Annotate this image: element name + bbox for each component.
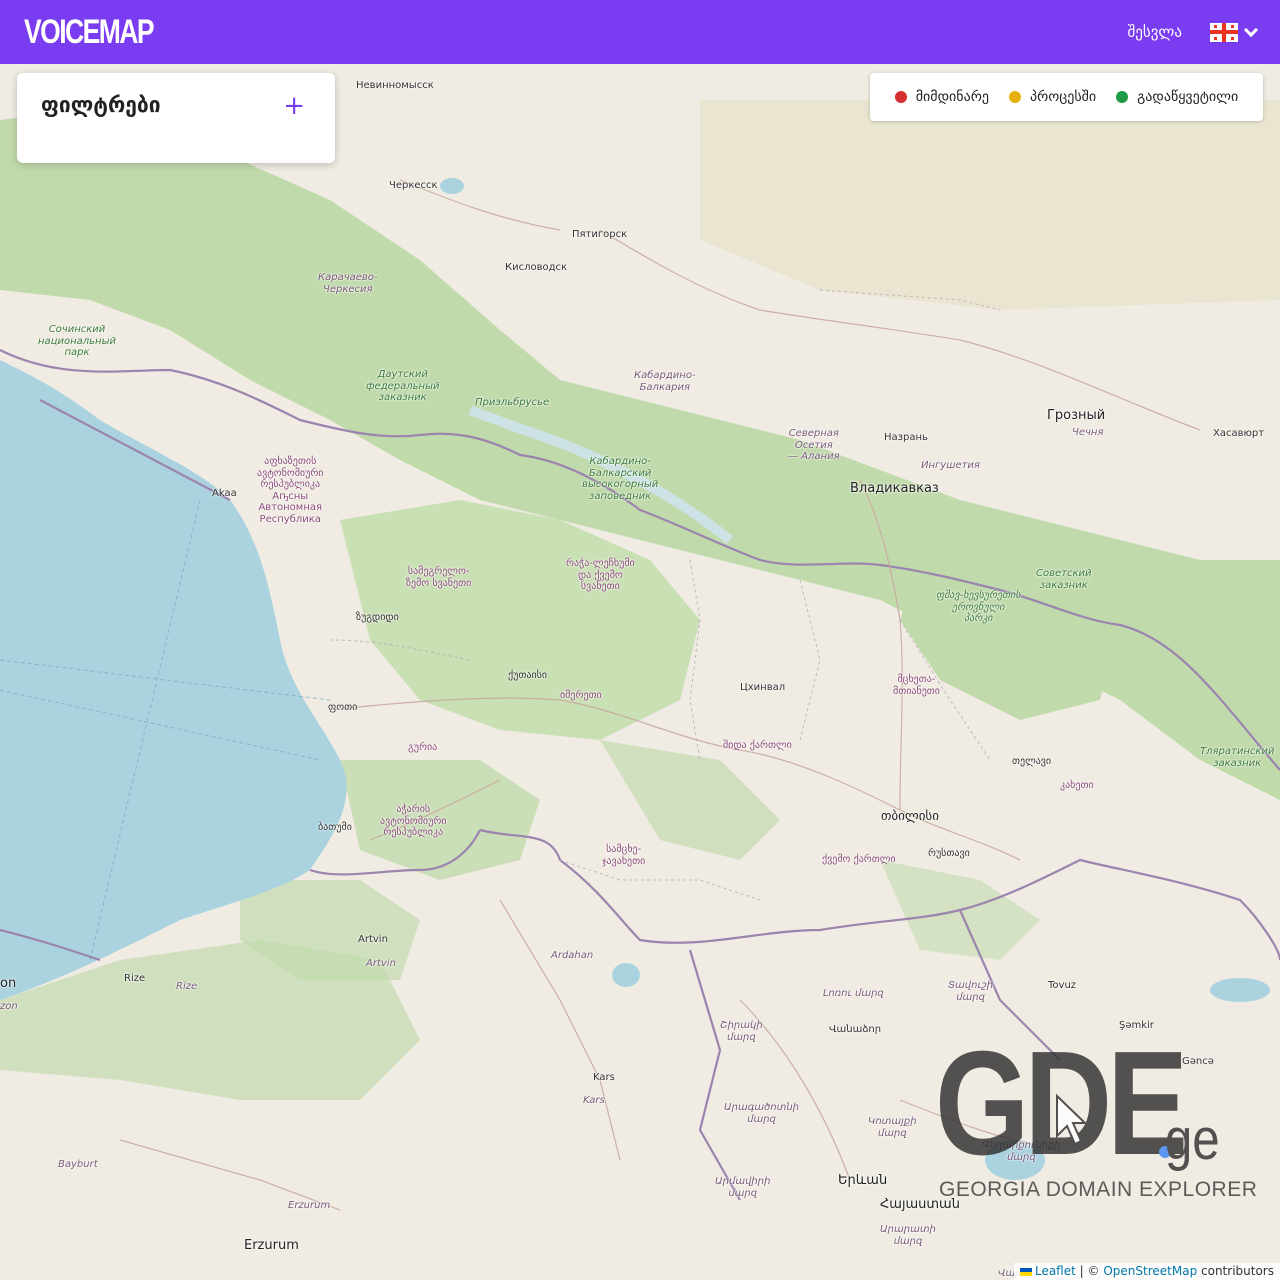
filters-title: ფილტრები [41,93,161,117]
map-label-shida-kartli: შიდა ქართლი [723,740,792,751]
map-label-cherkessk: Черкесск [389,180,438,191]
legend-dot-green [1116,91,1129,103]
legend-label: გადაწყვეტილი [1137,89,1239,105]
map-label-tovuz: Tovuz [1048,980,1077,991]
map-label-aragatsotn: Արագածոտնի մարզ [724,1102,800,1125]
map-label-kutaisi: ქუთაისი [508,670,548,681]
map-label-zugdidi: ზუგდიდი [356,612,399,623]
map-label-rustavi: რუსთავი [928,848,970,859]
map-label-prielbrusye: Приэльбрусье [475,397,550,408]
attribution-sep: | © [1079,1264,1100,1278]
map-label-ingushetia: Ингушетия [921,460,980,471]
map-label-pshav-khevsureti: ფშავ-ხევსურეთის ეროვნული პარკი [936,590,1021,624]
map-label-tlyarata-reserve: Тляратинский заказник [1200,746,1275,769]
map-label-sovetsky-reserve: Советский заказник [1036,568,1092,591]
map-label-kars-city: Kars [593,1072,615,1083]
map-label-tskhinval: Цхинвал [740,682,786,693]
map-label-tbilisi: თბილისი [881,809,939,824]
map-label-sochi-park: Сочинский национальный парк [38,324,116,358]
map-label-artvin-province: Artvin [366,958,396,969]
legend-label: პროცესში [1029,89,1097,105]
map-label-imereti: იმერეთი [560,690,602,701]
map-label-nazran: Назрань [884,432,928,443]
gde-watermark-logo: GDE ge GEORGIA DOMAIN EXPLORER [935,1030,1257,1202]
map-label-ararat: Արարատի մարզ [880,1224,936,1247]
legend-dot-red [894,91,907,103]
map-label-pyatigorsk: Пятигорск [572,229,628,240]
map-label-armavir: Արմավիրի մարզ [715,1176,771,1199]
map-label-kb-zapovednik: Кабардино- Балкарский высокогорный запов… [582,456,659,502]
map-label-kvemo-kartli: ქვემო ქართლი [822,854,896,865]
watermark-tld: ge [1164,1107,1220,1172]
map-label-grozny: Грозный [1047,408,1106,423]
map-label-chechnya: Чечня [1072,427,1104,438]
osm-link[interactable]: OpenStreetMap [1103,1264,1197,1278]
map-label-kakheti: კახეთი [1060,780,1094,791]
map-label-rize-city: Rize [124,973,146,984]
map-label-telavi: თელავი [1012,756,1052,767]
cursor-icon [1056,1093,1088,1146]
map-label-bayburt: Bayburt [58,1159,98,1170]
map-label-ardahan: Ardahan [551,950,594,961]
map-label-khasavyurt: Хасавюрт [1213,428,1265,439]
top-navigation-bar: VOICEMAP შესვლა [0,0,1280,64]
map-label-samtskhe: სამცხე- ჯავახეთი [602,844,646,867]
map-label-racha: რაჭა-ლეჩხუმი და ქვემო სვანეთი [566,558,635,592]
map-label-on: on [0,976,17,991]
filters-panel: ფილტრები + [17,73,335,163]
map-label-erzurum-province: Erzurum [288,1200,331,1211]
map-label-north-ossetia: Северная Осетия — Алания [788,428,840,462]
map-label-nevinnomyssk: Невинномысск [356,80,434,91]
voicemap-logo[interactable]: VOICEMAP [24,15,155,49]
watermark-tagline: GEORGIA DOMAIN EXPLORER [939,1178,1258,1201]
map-label-akaa: Akaa [212,488,237,499]
map-label-karachay-cherkessia: Карачаево- Черкесия [318,272,378,295]
map-label-shirak: Շիրակի մարզ [720,1020,763,1043]
map-label-kabardino-balkaria: Кабардино- Балкария [634,370,696,393]
map-label-samegrelo: სამეგრელო- ზემო სვანეთი [406,566,472,589]
page: { "header": { "logo": "VOICEMAP", "login… [0,0,1280,1280]
attribution-contributors: contributors [1201,1264,1274,1278]
legend-label: მიმდინარე [915,89,989,105]
map-label-abkhazia: აფხაზეთის ავტონომიური რესპუბლიკა Аҧсны А… [257,456,324,525]
leaflet-link[interactable]: Leaflet [1035,1264,1076,1278]
map-label-vladikavkaz: Владикавказ [850,481,939,496]
login-link[interactable]: შესვლა [1128,23,1183,41]
map-label-rize-province: Rize [176,981,198,992]
ukraine-flag-icon [1019,1267,1032,1276]
legend-item-in-process: პროცესში [1008,89,1097,105]
map-label-yerevan: Երևան [838,1173,888,1188]
map-attribution: Leaflet | © OpenStreetMap contributors [1013,1263,1280,1280]
map-label-vanadzor: Վանաձոր [829,1024,882,1035]
map-label-guria: გურია [408,742,438,753]
map-label-kislovodsk: Кисловодск [505,262,568,273]
map-label-artvin-city: Artvin [358,934,388,945]
map-label-zon: zon [0,1001,18,1012]
legend-item-ongoing: მიმდინარე [894,89,989,105]
map-label-mtskheta: მცხეთა- მთიანეთი [893,674,940,697]
map-label-kotayk: Կոտայքի մարզ [868,1116,917,1139]
map-label-tavush: Տավուշի մարզ [948,980,994,1003]
map-label-kars-province: Kars [583,1095,605,1106]
chevron-down-icon [1243,22,1259,37]
map-label-lori: Լոռու մարզ [823,988,884,999]
status-legend: მიმდინარე პროცესში გადაწყვეტილი [870,73,1263,121]
legend-dot-yellow [1008,91,1021,103]
map-label-batumi: ბათუმი [318,822,352,833]
legend-item-resolved: გადაწყვეტილი [1116,89,1238,105]
plus-icon[interactable]: + [283,93,305,119]
map-label-dout-reserve: Даутский федеральный заказник [366,369,440,403]
map-label-erzurum-city: Erzurum [244,1238,299,1253]
language-selector[interactable] [1210,22,1259,42]
map-label-adjara: აჭარის ავტონომიური რესპუბლიკა [380,804,447,838]
map-label-poti: ფოთი [328,702,358,713]
header-right-nav: შესვლა [1128,22,1259,42]
georgian-flag-icon [1210,22,1238,42]
